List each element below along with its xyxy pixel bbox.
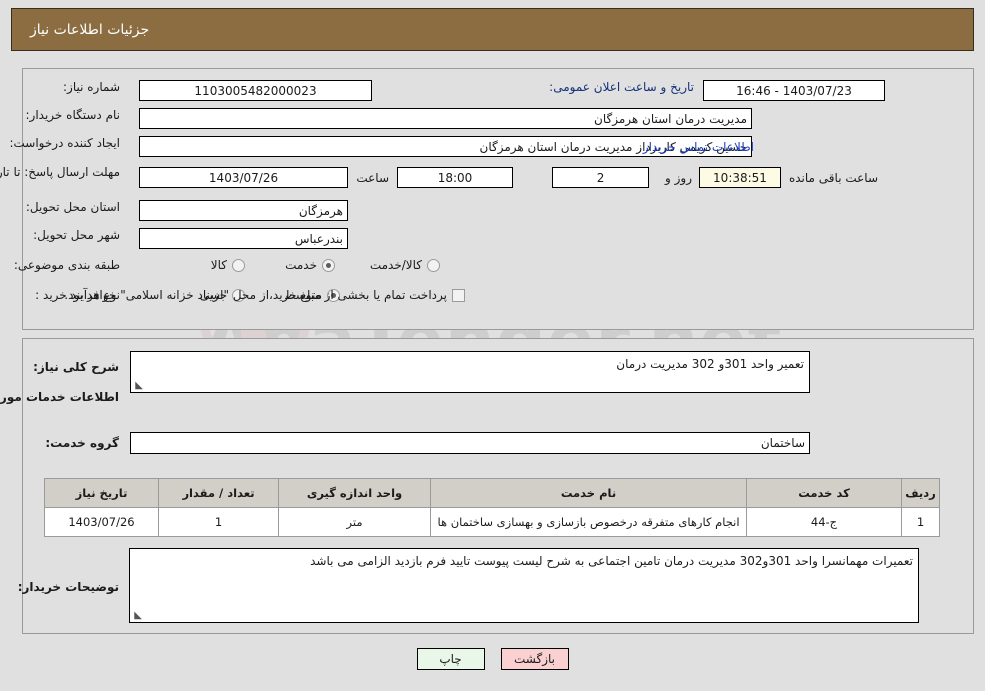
delivery-city-value: بندرعباس [139, 228, 348, 249]
buyer-notes-textarea[interactable]: تعمیرات مهمانسرا واحد 301و302 مدیریت درم… [129, 548, 919, 623]
delivery-city-label: شهر محل تحویل: [33, 228, 120, 242]
services-heading: اطلاعات خدمات مورد نیاز [0, 390, 119, 404]
delivery-province-value: هرمزگان [139, 200, 348, 221]
deadline-countdown-value: 10:38:51 [699, 167, 781, 188]
category-label: طبقه بندی موضوعی: [13, 258, 120, 272]
islamic-treasury-checkbox[interactable] [452, 288, 465, 302]
islamic-treasury-checkbox-label: پرداخت تمام یا بخشی از مبلغ خرید،از محل … [64, 288, 447, 302]
footer-button-row: بازگشت چاپ [0, 648, 985, 670]
need-number-label: شماره نیاز: [63, 80, 120, 94]
table-row: 1 ج-44 انجام کارهای متفرقه درخصوص بازساز… [44, 507, 940, 537]
radio-kala-icon[interactable] [232, 258, 245, 272]
table-col-name: نام خدمت [430, 478, 747, 508]
category-option-kala-khedmat[interactable]: کالا/خدمت [370, 258, 440, 272]
need-description-textarea[interactable]: تعمیر واحد 301و 302 مدیریت درمان ◣ [130, 351, 810, 393]
category-option-kala-khedmat-label: کالا/خدمت [369, 258, 422, 272]
announce-datetime-value: 1403/07/23 - 16:46 [703, 80, 885, 101]
deadline-days-value: 2 [552, 167, 649, 188]
need-description-value: تعمیر واحد 301و 302 مدیریت درمان [616, 357, 804, 371]
islamic-treasury-checkbox-group[interactable]: پرداخت تمام یا بخشی از مبلغ خرید،از محل … [64, 288, 465, 302]
deadline-date-value: 1403/07/26 [139, 167, 348, 188]
table-col-date: تاریخ نیاز [44, 478, 159, 508]
service-group-value: ساختمان [130, 432, 810, 454]
table-col-qty: تعداد / مقدار [158, 478, 279, 508]
cell-name: انجام کارهای متفرقه درخصوص بازسازی و بهس… [430, 507, 747, 537]
services-table: ردیف کد خدمت نام خدمت واحد اندازه گیری ت… [44, 478, 940, 537]
page-title: جزئیات اطلاعات نیاز [30, 21, 150, 38]
need-description-label: شرح کلی نیاز: [33, 360, 119, 374]
page-header-bar: جزئیات اطلاعات نیاز [11, 8, 974, 51]
buyer-notes-label: توضیحات خریدار: [17, 580, 119, 594]
announce-datetime-label: تاریخ و ساعت اعلان عمومی: [549, 80, 694, 94]
back-button[interactable]: بازگشت [500, 648, 569, 670]
category-option-kala[interactable]: کالا [211, 258, 245, 272]
cell-qty: 1 [158, 507, 279, 537]
deadline-label: مهلت ارسال پاسخ: تا تاریخ: [0, 165, 120, 179]
table-col-unit: واحد اندازه گیری [278, 478, 431, 508]
delivery-province-label: استان محل تحویل: [25, 200, 120, 214]
category-option-khedmat[interactable]: خدمت [285, 258, 335, 272]
table-col-row: ردیف [901, 478, 940, 508]
cell-row: 1 [901, 507, 940, 537]
buyer-notes-value: تعمیرات مهمانسرا واحد 301و302 مدیریت درم… [310, 554, 913, 568]
print-button[interactable]: چاپ [416, 648, 485, 670]
deadline-hour-value: 18:00 [397, 167, 513, 188]
requester-label: ایجاد کننده درخواست: [9, 136, 120, 150]
resize-grip-icon-notes[interactable]: ◣ [132, 611, 142, 621]
radio-khedmat-icon[interactable] [322, 258, 335, 272]
service-group-label: گروه خدمت: [45, 436, 119, 450]
deadline-days-label: روز و [665, 171, 692, 185]
category-option-khedmat-label: خدمت [285, 258, 317, 272]
buyer-org-label: نام دستگاه خریدار: [25, 108, 121, 122]
deadline-hour-label: ساعت [356, 171, 389, 185]
cell-date: 1403/07/26 [44, 507, 159, 537]
deadline-countdown-label: ساعت باقی مانده [788, 171, 878, 185]
table-col-code: کد خدمت [746, 478, 902, 508]
need-number-value: 1103005482000023 [139, 80, 372, 101]
buyer-contact-link[interactable]: اطلاعات تماس خریدار [643, 140, 754, 154]
category-option-kala-label: کالا [210, 258, 227, 272]
cell-unit: متر [278, 507, 431, 537]
buyer-org-value: مدیریت درمان استان هرمزگان [139, 108, 752, 129]
radio-kala-khedmat-icon[interactable] [427, 258, 440, 272]
table-header-row: ردیف کد خدمت نام خدمت واحد اندازه گیری ت… [44, 478, 940, 508]
resize-grip-icon[interactable]: ◣ [133, 381, 143, 391]
cell-code: ج-44 [746, 507, 902, 537]
